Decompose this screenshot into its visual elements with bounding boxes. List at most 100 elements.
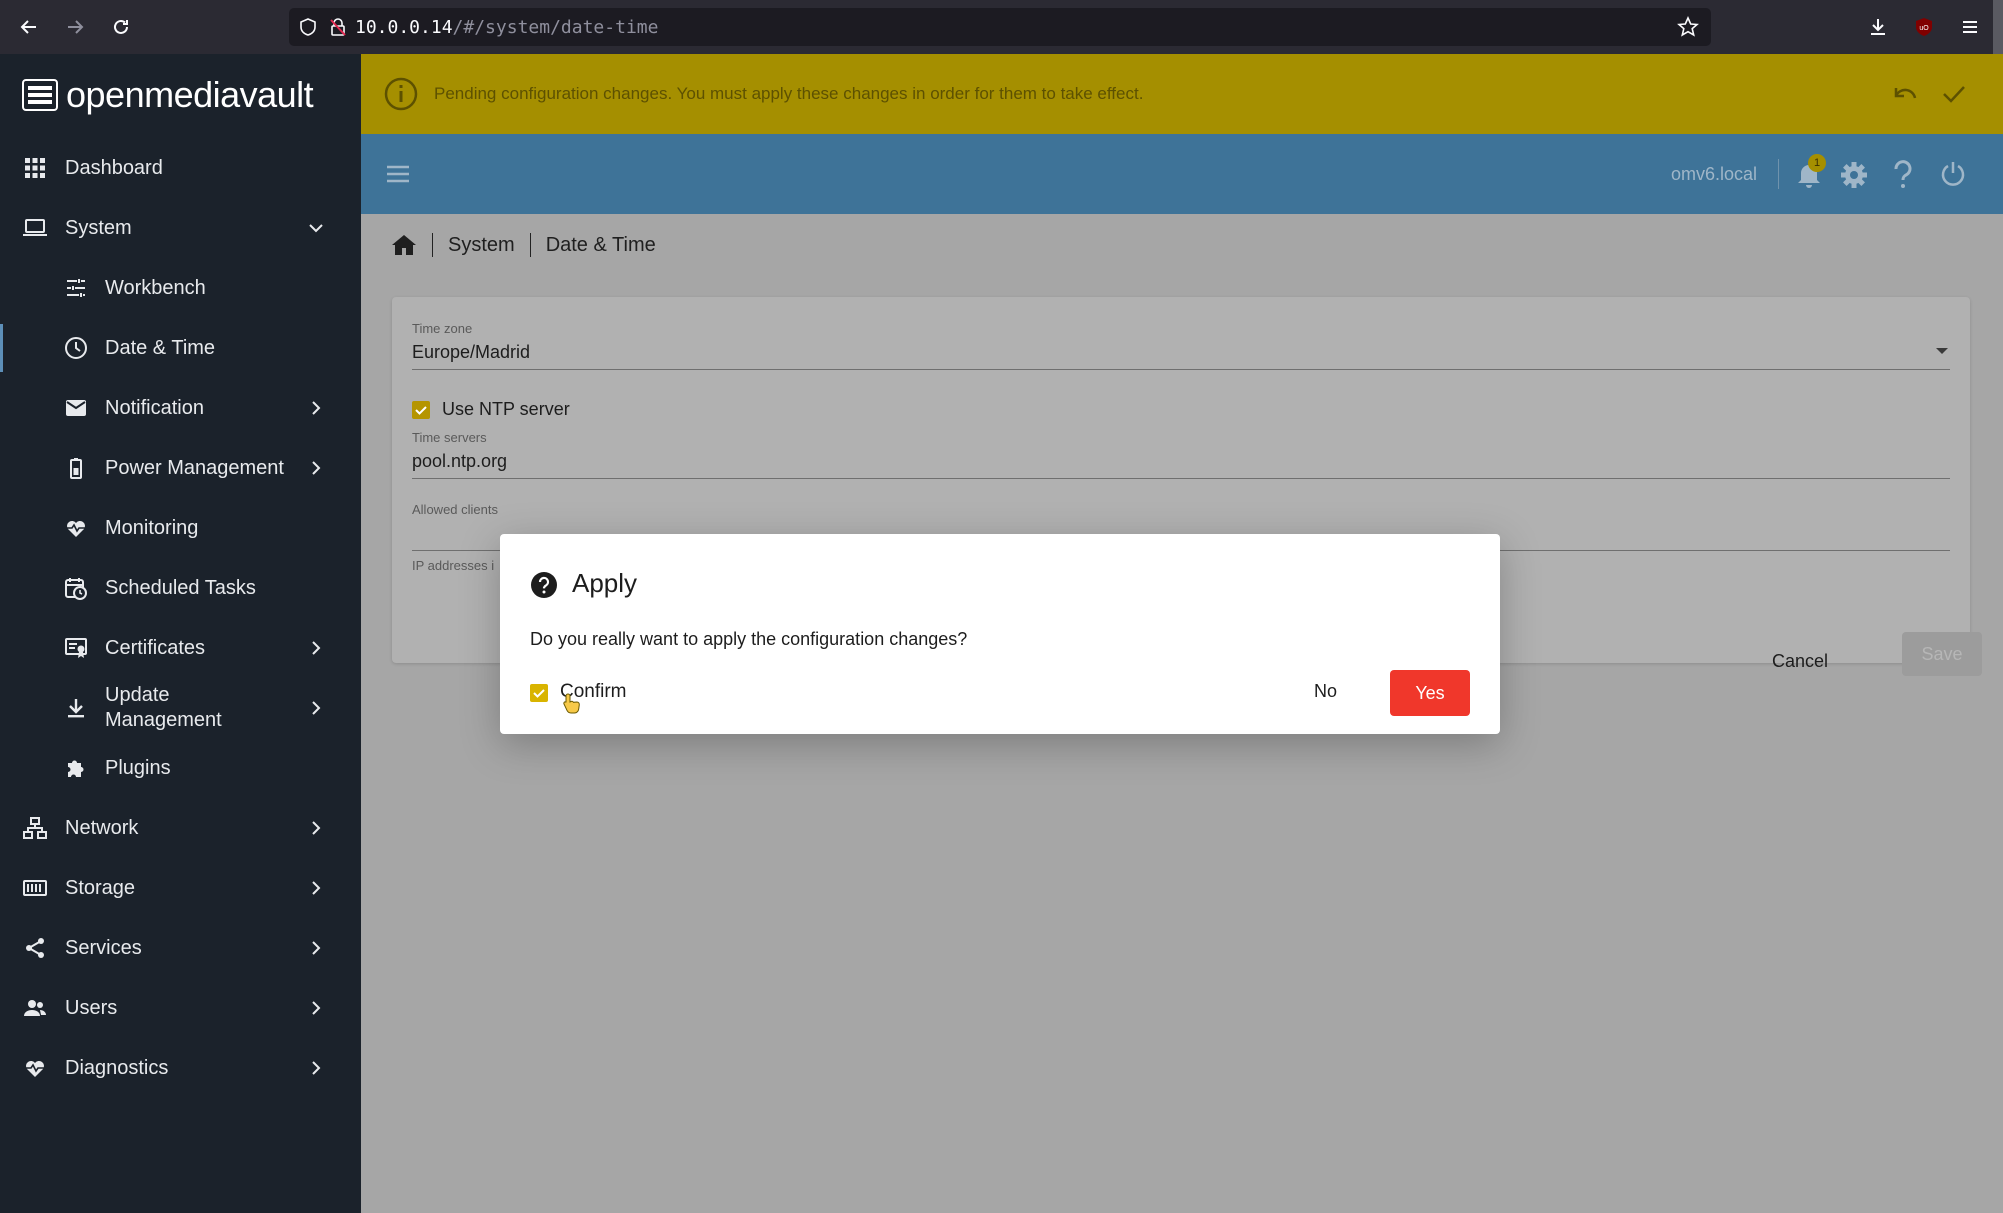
ntp-checkbox[interactable] xyxy=(412,401,430,419)
confirm-checkbox[interactable] xyxy=(530,684,548,702)
certificate-icon xyxy=(65,638,87,658)
forward-button[interactable] xyxy=(52,0,98,54)
save-button[interactable]: Save xyxy=(1902,632,1982,676)
app-logo[interactable]: openmediavault xyxy=(22,74,314,116)
address-bar[interactable]: 10.0.0.14/#/system/date-time xyxy=(289,8,1711,46)
apply-dialog: Apply Do you really want to apply the co… xyxy=(500,534,1500,734)
laptop-icon xyxy=(23,219,47,236)
dashboard-icon xyxy=(25,158,45,178)
gear-icon[interactable] xyxy=(1839,160,1869,190)
timezone-select[interactable]: Europe/Madrid xyxy=(412,342,530,363)
arrow-left-icon xyxy=(20,20,36,34)
check-icon[interactable] xyxy=(1941,82,1967,106)
sidebar-item-label: Workbench xyxy=(105,276,206,299)
sidebar-item-dashboard[interactable]: Dashboard xyxy=(0,138,361,198)
breadcrumb-separator xyxy=(432,233,433,257)
sidebar-item-scheduled-tasks[interactable]: Scheduled Tasks xyxy=(0,558,361,618)
ublock-icon: uO xyxy=(1916,18,1932,36)
hand-cursor-icon xyxy=(563,693,580,714)
sidebar-item-services[interactable]: Services xyxy=(0,918,361,978)
shield-icon xyxy=(300,18,316,36)
chevron-right-icon xyxy=(312,1001,321,1015)
app-menu-button[interactable] xyxy=(1947,0,1993,54)
chevron-right-icon xyxy=(312,821,321,835)
sidebar-item-workbench[interactable]: Workbench xyxy=(0,258,361,318)
mail-icon xyxy=(66,400,86,416)
sidebar-item-plugins[interactable]: Plugins xyxy=(0,738,361,798)
sidebar-item-label: Users xyxy=(65,996,118,1019)
sidebar-item-power-management[interactable]: Power Management xyxy=(0,438,361,498)
home-icon[interactable] xyxy=(391,233,417,257)
sidebar-item-label: Monitoring xyxy=(105,516,199,539)
logo-text: openmediavault xyxy=(66,74,314,115)
power-icon[interactable] xyxy=(1939,160,1967,188)
help-circle-icon xyxy=(531,572,557,598)
sidebar-item-update-management[interactable]: Update Management xyxy=(0,678,361,738)
sidebar-item-system[interactable]: System xyxy=(0,198,361,258)
chevron-right-icon xyxy=(312,401,321,415)
yes-button[interactable]: Yes xyxy=(1390,670,1470,716)
breadcrumb-item-system[interactable]: System xyxy=(448,234,515,257)
sidebar-item-label: Dashboard xyxy=(65,156,163,179)
sidebar-item-label: Notification xyxy=(105,396,204,419)
sidebar-item-users[interactable]: Users xyxy=(0,978,361,1038)
cancel-button[interactable]: Cancel xyxy=(1772,651,1828,672)
lock-insecure-icon xyxy=(330,18,346,36)
info-icon xyxy=(384,77,418,111)
hostname-label: omv6.local xyxy=(1671,164,1758,184)
timezone-underline xyxy=(412,369,1950,370)
sidebar: openmediavault Dashboard System Workbenc… xyxy=(0,54,361,1213)
sidebar-item-date-time[interactable]: Date & Time xyxy=(0,318,361,378)
dropdown-arrow-icon[interactable] xyxy=(1935,346,1949,356)
pending-changes-banner: Pending configuration changes. You must … xyxy=(361,54,2003,134)
menu-toggle-icon[interactable] xyxy=(385,162,411,186)
tune-icon xyxy=(67,279,85,297)
sidebar-item-monitoring[interactable]: Monitoring xyxy=(0,498,361,558)
time-servers-underline xyxy=(412,478,1950,479)
sidebar-item-label: Diagnostics xyxy=(65,1056,169,1079)
clock-icon xyxy=(65,337,87,359)
network-icon xyxy=(23,817,47,839)
browser-toolbar: 10.0.0.14/#/system/date-time uO xyxy=(0,0,2003,54)
help-icon[interactable] xyxy=(1891,159,1915,191)
downloads-button[interactable] xyxy=(1855,0,1901,54)
sidebar-item-diagnostics[interactable]: Diagnostics xyxy=(0,1038,361,1098)
puzzle-icon xyxy=(68,760,84,777)
download-icon xyxy=(68,699,84,718)
banner-message: Pending configuration changes. You must … xyxy=(434,84,1144,103)
battery-icon xyxy=(70,458,82,479)
bookmark-star-icon[interactable] xyxy=(1677,16,1699,38)
ublock-extension-button[interactable]: uO xyxy=(1901,0,1947,54)
url-text: 10.0.0.14/#/system/date-time xyxy=(355,16,659,38)
toolbar-divider xyxy=(1778,159,1779,189)
sidebar-item-notification[interactable]: Notification xyxy=(0,378,361,438)
breadcrumb-separator xyxy=(529,233,531,257)
omv-logo-icon xyxy=(22,79,58,111)
users-icon xyxy=(24,1000,46,1016)
notifications-button[interactable]: 1 xyxy=(1791,154,1827,194)
top-toolbar: omv6.local 1 xyxy=(361,134,2003,214)
reload-icon xyxy=(114,19,128,34)
sidebar-item-certificates[interactable]: Certificates xyxy=(0,618,361,678)
sidebar-item-storage[interactable]: Storage xyxy=(0,858,361,918)
sidebar-item-label: Network xyxy=(65,816,139,839)
timezone-label: Time zone xyxy=(412,321,473,336)
sidebar-item-label: Services xyxy=(65,936,142,959)
undo-icon[interactable] xyxy=(1891,82,1919,106)
heartbeat-icon xyxy=(67,521,85,537)
sidebar-item-label: Plugins xyxy=(105,756,171,779)
no-button[interactable]: No xyxy=(1314,681,1337,702)
browser-actions: uO xyxy=(1855,0,2003,54)
chevron-right-icon xyxy=(312,941,321,955)
chevron-down-icon xyxy=(309,224,323,233)
ntp-label: Use NTP server xyxy=(442,399,570,419)
reload-button[interactable] xyxy=(98,0,144,54)
heartbeat-icon xyxy=(26,1061,44,1077)
chevron-right-icon xyxy=(312,461,321,475)
back-button[interactable] xyxy=(6,0,52,54)
sidebar-item-label: System xyxy=(65,216,132,239)
sidebar-item-network[interactable]: Network xyxy=(0,798,361,858)
time-servers-input[interactable]: pool.ntp.org xyxy=(412,451,507,472)
breadcrumb-item-date-time: Date & Time xyxy=(545,233,656,256)
share-icon xyxy=(26,938,44,958)
